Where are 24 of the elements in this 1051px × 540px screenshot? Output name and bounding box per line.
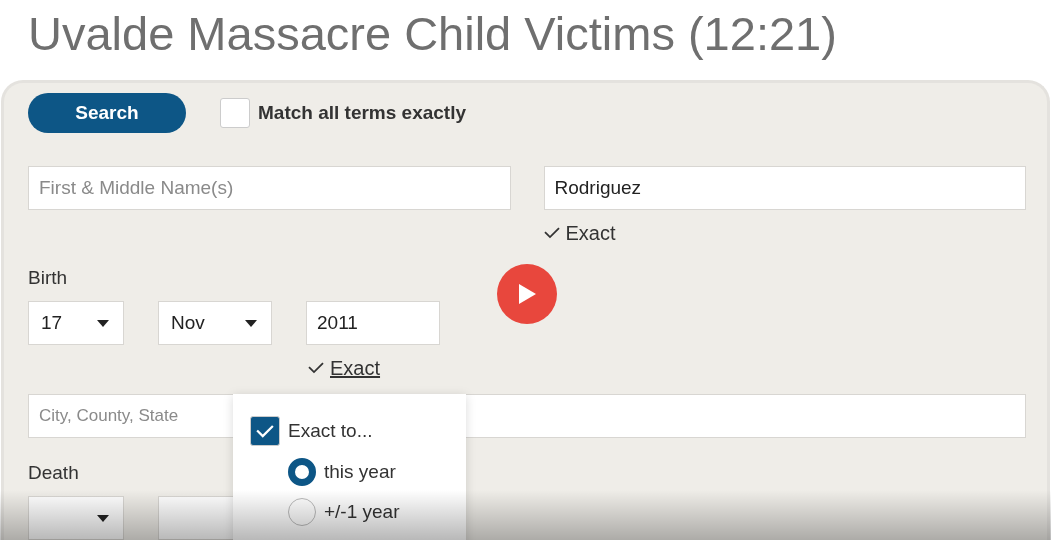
- day-select[interactable]: 17: [28, 301, 124, 345]
- option-label: +/-1 year: [324, 501, 400, 523]
- match-label: Match all terms exactly: [258, 102, 467, 124]
- exact-link[interactable]: Exact: [330, 356, 381, 380]
- exact-checkbox[interactable]: [250, 416, 280, 446]
- play-icon: [517, 283, 537, 305]
- day-select[interactable]: [28, 496, 124, 540]
- option-label: this year: [324, 461, 396, 483]
- match-checkbox[interactable]: [220, 98, 250, 128]
- video-title: Uvalde Massacre Child Victims (12:21): [28, 6, 838, 62]
- month-select[interactable]: Nov: [158, 301, 272, 345]
- caret-icon: [245, 319, 257, 327]
- check-icon: [256, 424, 274, 438]
- birth-label: Birth: [28, 267, 68, 289]
- radio-button[interactable]: [288, 498, 316, 526]
- caret-icon: [97, 319, 109, 327]
- year-field[interactable]: 2011: [306, 301, 440, 345]
- exact-label[interactable]: Exact: [565, 221, 616, 245]
- search-button[interactable]: Search: [28, 93, 186, 133]
- death-label: Death: [28, 462, 79, 484]
- caret-icon: [97, 514, 109, 522]
- first-name-field[interactable]: First & Middle Name(s): [28, 166, 511, 210]
- radio-button[interactable]: [288, 458, 316, 486]
- last-name-field[interactable]: Rodriguez: [543, 166, 1026, 210]
